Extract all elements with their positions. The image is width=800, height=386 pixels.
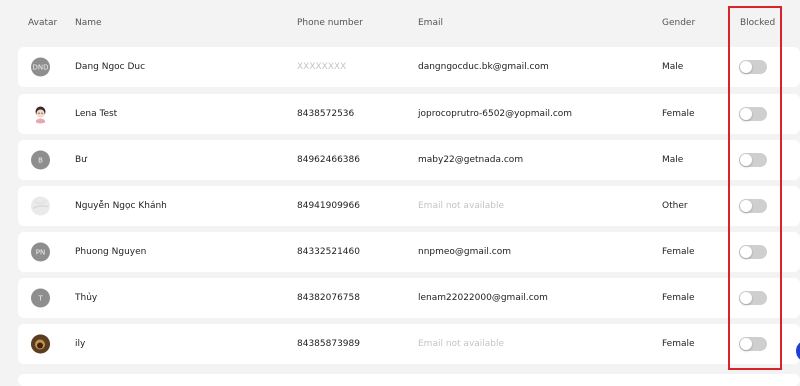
user-email: joprocoprutro-6502@yopmail.com	[418, 109, 573, 119]
user-phone: 84332521460	[297, 247, 360, 257]
toggle-knob	[740, 292, 752, 304]
table-row[interactable]: Nguyễn Ngọc Khánh 84941909966 Email not av…	[18, 186, 800, 226]
user-phone: XXXXXXXX	[297, 62, 347, 72]
header-blocked[interactable]: Blocked	[740, 18, 775, 28]
blocked-toggle[interactable]	[739, 153, 767, 167]
user-gender: Female	[662, 293, 695, 303]
blocked-toggle[interactable]	[739, 199, 767, 213]
users-table: Avatar Name Phone number Email Gender Bl…	[18, 0, 800, 381]
user-email: nnpmeo@gmail.com	[418, 247, 512, 257]
blocked-toggle[interactable]	[739, 337, 767, 351]
header-phone[interactable]: Phone number	[297, 18, 363, 28]
toggle-knob	[740, 61, 752, 73]
user-email: Email not available	[418, 201, 505, 211]
blocked-toggle[interactable]	[739, 107, 767, 121]
avatar: B	[31, 150, 50, 170]
table-header: Avatar Name Phone number Email Gender Bl…	[18, 0, 800, 46]
user-name: Bư	[75, 155, 87, 165]
user-name: Lena Test	[75, 109, 118, 119]
table-row[interactable]: PN Phuong Nguyen 84332521460 nnpmeo@gmail.c…	[18, 232, 800, 272]
user-gender: Female	[662, 247, 695, 257]
table-row-partial	[18, 374, 800, 386]
avatar	[31, 104, 50, 124]
user-name: ily	[75, 339, 86, 349]
avatar: DND	[31, 57, 50, 77]
table-row[interactable]: DND Dang Ngoc Duc XXXXXXXX dangngocduc.bk@g…	[18, 47, 800, 87]
table-row[interactable]: B Bư 84962466386 maby22@getnada.com Male	[18, 140, 800, 180]
avatar: PN	[31, 242, 50, 262]
table-row[interactable]: Lena Test 8438572536 joprocoprutro-6502@yo…	[18, 94, 800, 134]
header-gender[interactable]: Gender	[662, 18, 695, 28]
user-name: Thủy	[75, 293, 98, 303]
user-email: lenam22022000@gmail.com	[418, 293, 548, 303]
user-name: Dang Ngoc Duc	[75, 62, 146, 72]
user-email: dangngocduc.bk@gmail.com	[418, 62, 549, 72]
header-avatar: Avatar	[28, 18, 58, 28]
toggle-knob	[740, 200, 752, 212]
user-phone: 84962466386	[297, 155, 360, 165]
user-email: Email not available	[418, 339, 505, 349]
toggle-knob	[740, 108, 752, 120]
blocked-toggle[interactable]	[739, 245, 767, 259]
header-name[interactable]: Name	[75, 18, 102, 28]
user-name: Phuong Nguyen	[75, 247, 147, 257]
user-email: maby22@getnada.com	[418, 155, 524, 165]
avatar	[31, 196, 50, 216]
avatar: T	[31, 288, 50, 308]
toggle-knob	[740, 246, 752, 258]
user-gender: Male	[662, 155, 684, 165]
user-phone: 84941909966	[297, 201, 360, 211]
table-row[interactable]: ily 84385873989 Email not available Female	[18, 324, 800, 364]
toggle-knob	[740, 154, 752, 166]
user-gender: Female	[662, 339, 695, 349]
toggle-knob	[740, 338, 752, 350]
blocked-toggle[interactable]	[739, 60, 767, 74]
header-email[interactable]: Email	[418, 18, 443, 28]
avatar	[31, 334, 50, 354]
user-phone: 8438572536	[297, 109, 355, 119]
user-gender: Female	[662, 109, 695, 119]
user-phone: 84385873989	[297, 339, 360, 349]
blocked-toggle[interactable]	[739, 291, 767, 305]
user-phone: 84382076758	[297, 293, 360, 303]
table-row[interactable]: T Thủy 84382076758 lenam22022000@gmail.com F…	[18, 278, 800, 318]
user-gender: Other	[662, 201, 688, 211]
user-gender: Male	[662, 62, 684, 72]
user-name: Nguyễn Ngọc Khánh	[75, 201, 167, 211]
